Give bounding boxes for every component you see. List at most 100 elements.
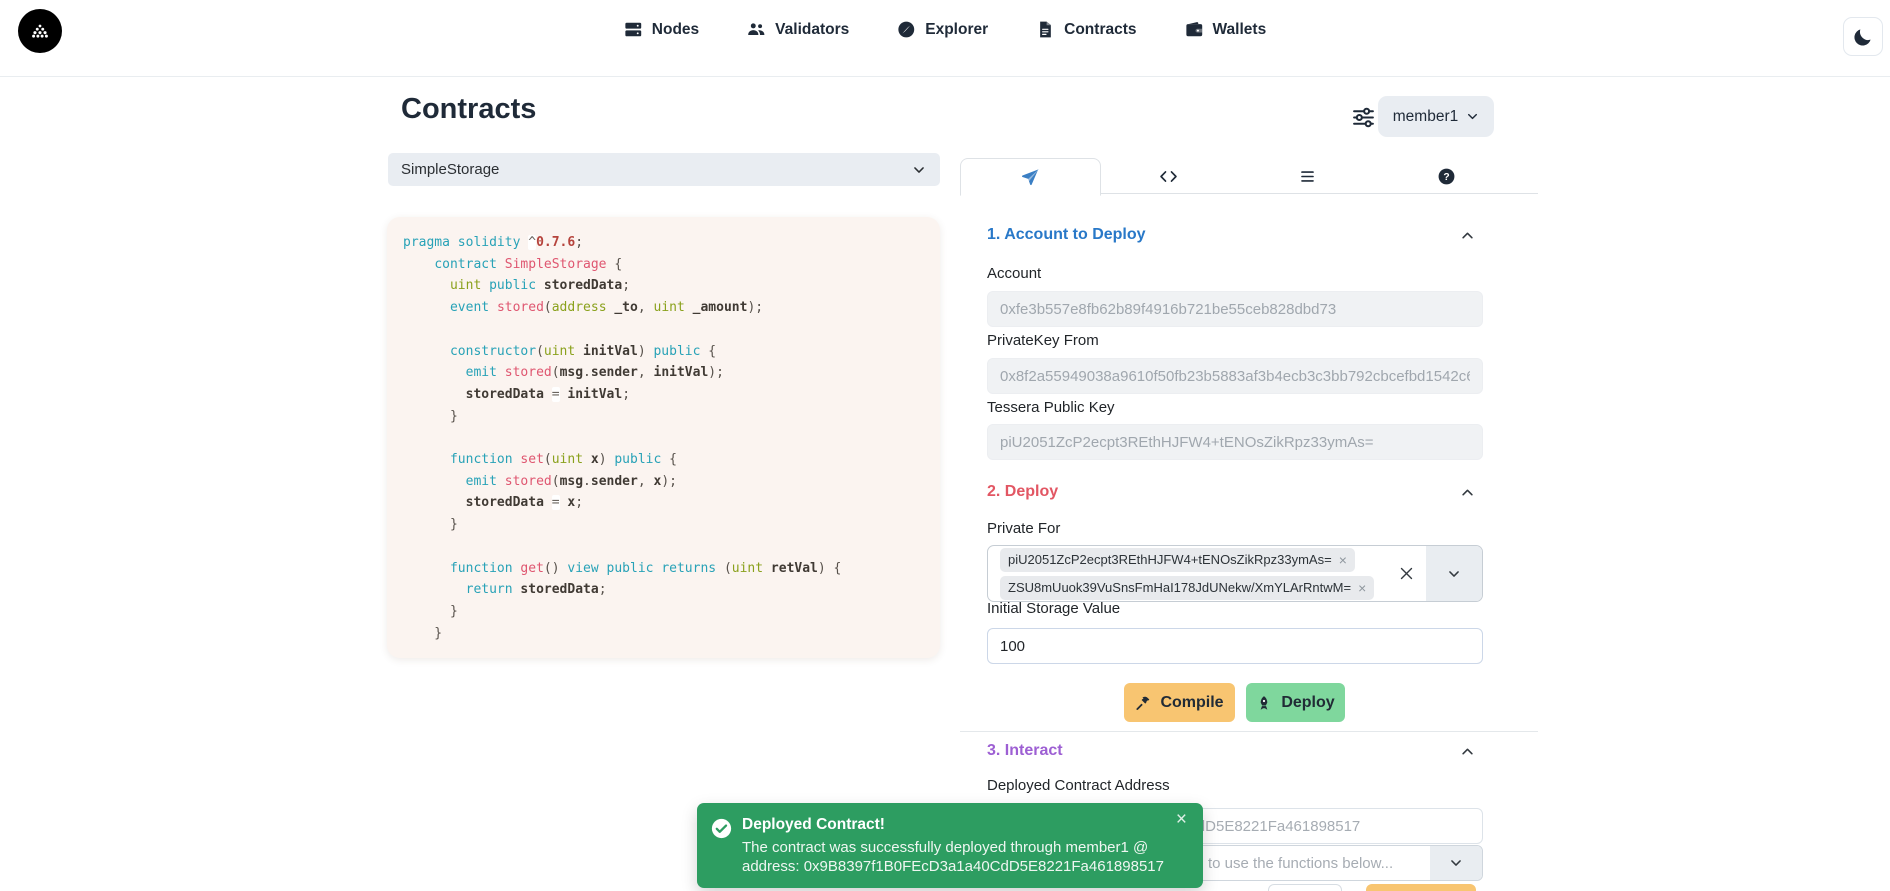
send-icon (1021, 168, 1040, 187)
app-logo[interactable] (18, 9, 62, 53)
nav-item-validators[interactable]: Validators (747, 20, 849, 39)
contract-source-card: pragma solidity ^0.7.6; contract SimpleS… (387, 217, 940, 658)
moon-icon (1852, 26, 1874, 48)
deploy-button-label: Deploy (1281, 694, 1334, 712)
initial-storage-label: Initial Storage Value (987, 600, 1120, 617)
chevron-down-icon (1466, 110, 1479, 123)
dots-logo-icon (29, 20, 51, 42)
code-line: } (403, 601, 841, 623)
code-line: contract SimpleStorage { (403, 254, 841, 276)
clear-all-icon[interactable] (1386, 546, 1426, 601)
toast-message-line2: address: 0x9B8397f1B0FEcD3a1a40CdD5E8221… (742, 858, 1164, 875)
private-for-label: Private For (987, 520, 1060, 537)
hammer-icon (1135, 695, 1151, 711)
code-line: constructor(uint initVal) public { (403, 341, 841, 363)
panel-tab-question[interactable]: ? (1377, 158, 1516, 194)
code-line: } (403, 406, 841, 428)
private-for-chip: piU2051ZcP2ecpt3REthHJFW4+tENOsZikRpz33y… (1000, 548, 1355, 572)
nav-item-label: Wallets (1213, 21, 1267, 39)
toast-message-line1: The contract was successfully deployed t… (742, 839, 1148, 856)
code-line: uint public storedData; (403, 275, 841, 297)
cutoff-button-primary[interactable] (1366, 884, 1476, 891)
code-line: event stored(address _to, uint _amount); (403, 297, 841, 319)
chip-remove-icon[interactable]: × (1358, 581, 1366, 595)
list-icon (1298, 167, 1317, 186)
rocket-icon (1256, 695, 1272, 711)
account-selector[interactable]: member1 (1378, 96, 1494, 137)
top-navbar: Nodes Validators Explorer Contracts Wallets (0, 0, 1890, 77)
private-for-chips: piU2051ZcP2ecpt3REthHJFW4+tENOsZikRpz33y… (988, 546, 1386, 601)
app-root: NodesValidatorsExplorerContractsWallets … (0, 0, 1890, 891)
account-label: Account (987, 265, 1041, 282)
multiselect-caret[interactable] (1426, 546, 1482, 601)
code-line: emit stored(msg.sender, initVal); (403, 362, 841, 384)
nav-item-label: Validators (775, 21, 849, 39)
panel-tab-send[interactable] (960, 158, 1101, 196)
section-divider (960, 731, 1538, 732)
code-line (403, 536, 841, 558)
function-select-caret (1430, 846, 1482, 880)
tessera-label: Tessera Public Key (987, 399, 1115, 416)
code-line: } (403, 514, 841, 536)
check-circle-icon (711, 818, 732, 839)
chip-label: ZSU8mUuok39VuSnsFmHaI178JdUNekw/XmYLArRn… (1008, 580, 1351, 595)
code-line (403, 319, 841, 341)
panel-tab-list[interactable] (1238, 158, 1377, 194)
tessera-field (987, 424, 1483, 460)
sliders-icon[interactable] (1351, 105, 1376, 130)
chevron-up-icon[interactable] (1460, 744, 1475, 759)
panel-tab-code[interactable] (1099, 158, 1238, 194)
privatekey-label: PrivateKey From (987, 332, 1099, 349)
chevron-down-icon (1449, 856, 1463, 870)
solidity-code: pragma solidity ^0.7.6; contract SimpleS… (403, 232, 841, 644)
private-for-chip: ZSU8mUuok39VuSnsFmHaI178JdUNekw/XmYLArRn… (1000, 576, 1374, 600)
question-icon: ? (1437, 167, 1456, 186)
section-account-header[interactable]: 1. Account to Deploy (987, 226, 1146, 244)
code-line: pragma solidity ^0.7.6; (403, 232, 841, 254)
contract-select-value: SimpleStorage (388, 161, 912, 178)
nav-item-label: Explorer (925, 21, 988, 39)
section-deploy-header[interactable]: 2. Deploy (987, 483, 1058, 501)
privatekey-field (987, 358, 1483, 394)
wallet-icon (1185, 20, 1204, 39)
deployed-address-label: Deployed Contract Address (987, 777, 1170, 794)
code-line: emit stored(msg.sender, x); (403, 471, 841, 493)
server-icon (624, 20, 643, 39)
chevron-down-icon (1447, 567, 1461, 581)
theme-toggle-button[interactable] (1843, 17, 1883, 56)
chevron-up-icon[interactable] (1460, 485, 1475, 500)
deploy-button[interactable]: Deploy (1246, 683, 1345, 722)
code-line: storedData = x; (403, 492, 841, 514)
nav-item-explorer[interactable]: Explorer (897, 20, 988, 39)
toast-title: Deployed Contract! (742, 816, 885, 834)
compass-icon (897, 20, 916, 39)
contract-select[interactable]: SimpleStorage (388, 153, 940, 186)
code-line: function set(uint x) public { (403, 449, 841, 471)
code-line (403, 427, 841, 449)
code-line: function get() view public returns (uint… (403, 558, 841, 580)
chip-remove-icon[interactable]: × (1339, 553, 1347, 567)
chevron-up-icon[interactable] (1460, 228, 1475, 243)
chevron-down-icon (912, 163, 926, 177)
cutoff-button-secondary[interactable] (1268, 884, 1342, 891)
file-text-icon (1036, 20, 1055, 39)
private-for-multiselect[interactable]: piU2051ZcP2ecpt3REthHJFW4+tENOsZikRpz33y… (987, 545, 1483, 602)
compile-button[interactable]: Compile (1124, 683, 1235, 722)
code-line: return storedData; (403, 579, 841, 601)
nav-item-label: Nodes (652, 21, 699, 39)
nav-item-contracts[interactable]: Contracts (1036, 20, 1136, 39)
initial-storage-input[interactable] (987, 628, 1483, 664)
svg-text:?: ? (1443, 172, 1449, 183)
nav-item-wallets[interactable]: Wallets (1185, 20, 1267, 39)
nav-item-nodes[interactable]: Nodes (624, 20, 699, 39)
close-icon[interactable]: × (1176, 810, 1187, 829)
code-line: } (403, 623, 841, 645)
section-interact-header[interactable]: 3. Interact (987, 742, 1063, 760)
page-title: Contracts (401, 93, 536, 126)
compile-button-label: Compile (1160, 694, 1223, 712)
chip-label: piU2051ZcP2ecpt3REthHJFW4+tENOsZikRpz33y… (1008, 552, 1332, 567)
code-icon (1159, 167, 1178, 186)
account-selector-label: member1 (1393, 108, 1458, 126)
code-line: storedData = initVal; (403, 384, 841, 406)
toast-deployed: Deployed Contract! The contract was succ… (697, 803, 1203, 888)
